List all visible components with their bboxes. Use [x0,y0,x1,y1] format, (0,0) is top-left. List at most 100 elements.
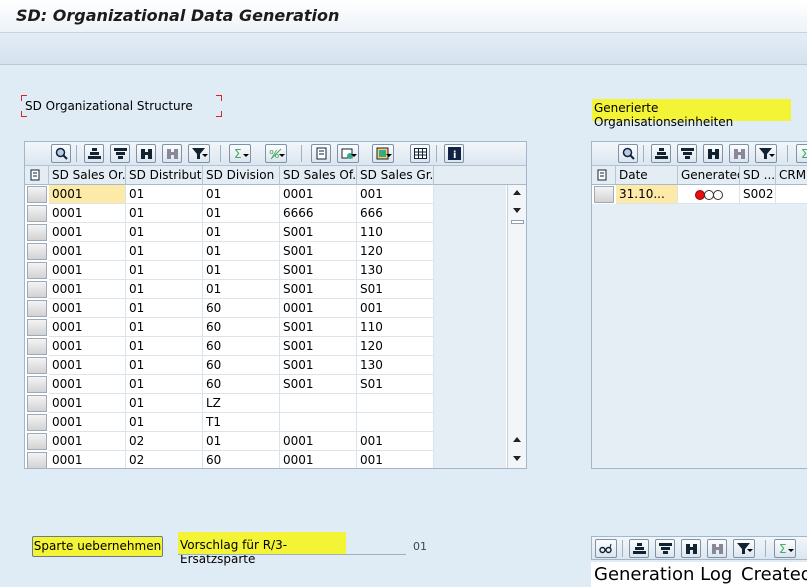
column-header-date[interactable]: Date [616,166,678,185]
cell-sales-org[interactable]: 0001 [49,413,126,432]
cell-division[interactable]: 01 [203,432,280,451]
cell-distribution[interactable]: 01 [126,185,203,204]
cell-distribution[interactable]: 01 [126,318,203,337]
cell-division[interactable]: 60 [203,451,280,468]
cell-sales-group[interactable]: 110 [357,223,434,242]
cell-generated-status[interactable] [678,185,740,204]
vertical-scrollbar[interactable] [507,185,526,468]
cell-sales-org[interactable]: 0001 [49,280,126,299]
cell-division[interactable]: LZ [203,394,280,413]
cell-distribution[interactable]: 01 [126,375,203,394]
row-selector[interactable] [27,205,47,222]
cell-sales-group[interactable]: S01 [357,280,434,299]
log-column-created[interactable]: Created [741,564,807,585]
table-row[interactable]: 0001 01 01 S001 S01 [25,280,434,299]
table-row[interactable]: 0001 01 T1 [25,413,434,432]
row-selector[interactable] [27,433,47,450]
cell-sales-office[interactable]: S001 [280,242,357,261]
print-preview-button[interactable] [311,144,331,163]
cell-division[interactable]: 60 [203,299,280,318]
cell-distribution[interactable]: 01 [126,204,203,223]
cell-division[interactable]: T1 [203,413,280,432]
cell-sales-group[interactable]: S01 [357,375,434,394]
table-row[interactable]: 0001 01 LZ [25,394,434,413]
cell-sales-org[interactable]: 0001 [49,375,126,394]
find-next-button[interactable] [162,144,182,163]
cell-sales-group[interactable]: 130 [357,261,434,280]
column-header-sales-group[interactable]: SD Sales Gr... [357,166,434,185]
row-selector[interactable] [27,414,47,431]
cell-sales-office[interactable]: S001 [280,337,357,356]
column-header-crm[interactable]: CRM S [776,166,807,185]
cell-sales-office[interactable]: S001 [280,261,357,280]
page-down-icon[interactable] [513,456,521,461]
cell-sales-office[interactable]: 0001 [280,185,357,204]
right-filter-button[interactable] [755,144,777,163]
log-expand-button[interactable] [595,539,617,558]
cell-division[interactable]: 01 [203,204,280,223]
scroll-up-icon[interactable] [513,190,521,195]
cell-sales-org[interactable]: 0001 [49,356,126,375]
cell-sales-group[interactable]: 001 [357,451,434,468]
cell-division[interactable]: 01 [203,223,280,242]
cell-sales-org[interactable]: 0001 [49,299,126,318]
row-selector[interactable] [27,186,47,203]
cell-crm[interactable] [776,185,807,204]
cell-division[interactable]: 01 [203,261,280,280]
cell-division[interactable]: 01 [203,185,280,204]
cell-division[interactable]: 60 [203,337,280,356]
log-sort-ascending-button[interactable] [629,539,649,558]
cell-distribution[interactable]: 01 [126,356,203,375]
cell-sales-group[interactable] [357,394,434,413]
cell-sales-office[interactable]: S001 [280,356,357,375]
column-header-distribution[interactable]: SD Distributi... [126,166,203,185]
cell-sales-group[interactable]: 666 [357,204,434,223]
table-row[interactable]: 0001 01 60 0001 001 [25,299,434,318]
log-find-button[interactable] [681,539,701,558]
details-button[interactable] [51,144,71,163]
information-button[interactable]: i [444,144,464,163]
sort-ascending-button[interactable] [84,144,104,163]
cell-division[interactable]: 60 [203,318,280,337]
page-up-icon[interactable] [513,437,521,442]
apply-division-button[interactable]: Sparte uebernehmen [32,536,163,557]
log-find-next-button[interactable] [707,539,727,558]
cell-sales-office[interactable]: 0001 [280,432,357,451]
cell-distribution[interactable]: 02 [126,451,203,468]
right-sum-button[interactable]: Σ [796,144,807,163]
column-header-sales-org[interactable]: SD Sales Or... [49,166,126,185]
cell-division[interactable]: 01 [203,280,280,299]
select-all-cell[interactable] [25,166,49,185]
cell-distribution[interactable]: 01 [126,261,203,280]
find-button[interactable] [136,144,156,163]
table-row[interactable]: 0001 01 01 S001 120 [25,242,434,261]
column-header-sales-office[interactable]: SD Sales Of... [280,166,357,185]
table-row[interactable]: 0001 02 60 0001 001 [25,451,434,468]
subtotal-button[interactable]: % [265,144,287,163]
cell-sales-org[interactable]: 0001 [49,204,126,223]
cell-distribution[interactable]: 01 [126,337,203,356]
row-selector[interactable] [594,186,614,203]
cell-sales-office[interactable]: 0001 [280,299,357,318]
cell-distribution[interactable]: 01 [126,394,203,413]
cell-sales-org[interactable]: 0001 [49,261,126,280]
row-selector[interactable] [27,319,47,336]
table-row[interactable]: 31.10... S002 [592,185,807,204]
table-row[interactable]: 0001 02 01 0001 001 [25,432,434,451]
cell-division[interactable]: 60 [203,375,280,394]
sum-button[interactable]: Σ [229,144,251,163]
row-selector[interactable] [27,452,47,468]
right-details-button[interactable] [618,144,638,163]
cell-sales-group[interactable]: 110 [357,318,434,337]
cell-sales-group[interactable]: 120 [357,337,434,356]
cell-sales-office[interactable]: S001 [280,375,357,394]
table-row[interactable]: 0001 01 60 S001 120 [25,337,434,356]
cell-sales-group[interactable]: 120 [357,242,434,261]
row-selector[interactable] [27,262,47,279]
log-filter-button[interactable] [733,539,755,558]
cell-sales-org[interactable]: 0001 [49,223,126,242]
cell-distribution[interactable]: 01 [126,413,203,432]
column-header-generated[interactable]: Generated [678,166,740,185]
grid-view-button[interactable] [410,144,430,163]
cell-division[interactable]: 60 [203,356,280,375]
